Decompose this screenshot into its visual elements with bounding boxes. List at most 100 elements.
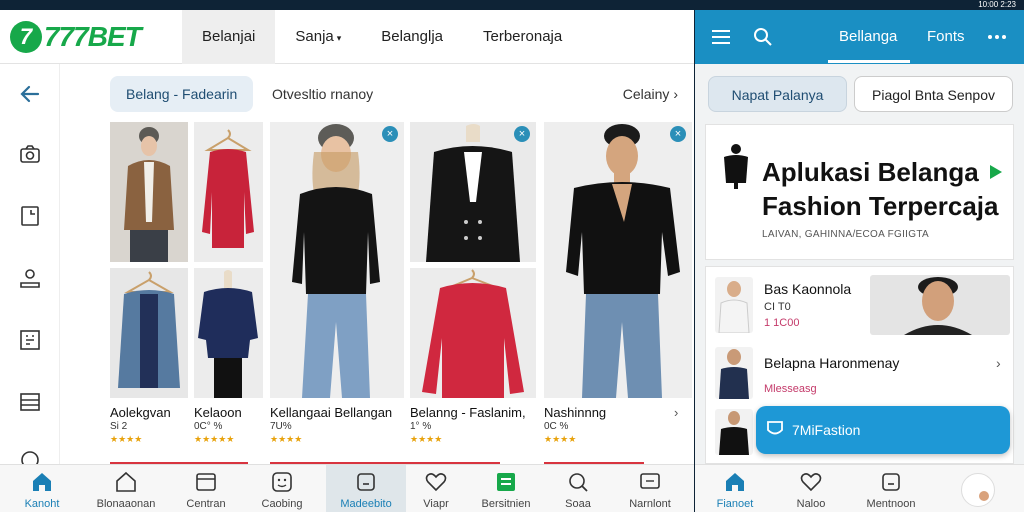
brand-logo[interactable]: 7 777BET [10, 20, 142, 54]
more-icon[interactable] [987, 33, 1007, 41]
product-image-red-blouse[interactable] [194, 122, 263, 262]
product-thumb[interactable] [715, 277, 753, 333]
close-icon[interactable]: × [514, 126, 530, 142]
note-icon[interactable] [18, 204, 42, 228]
product-image-brown-jacket[interactable] [110, 122, 188, 262]
promo-headline: Aplukasi Belanga [762, 157, 979, 187]
bottom-nav-label: Mentnoon [866, 498, 916, 510]
active-tab-indicator [828, 60, 910, 63]
promo-card: Aplukasi Belanga Fashion Terpercaja LAIV… [705, 124, 1014, 260]
napat-palanya-button[interactable]: Napat Palanya [708, 76, 847, 112]
bottom-nav-viapr[interactable]: Viapr [396, 465, 476, 512]
featured-thumb[interactable] [870, 275, 1010, 335]
product-name[interactable]: Kelaoon [194, 405, 263, 420]
product-name[interactable]: Kellangaai Bellangan [270, 405, 404, 420]
search-icon[interactable] [753, 27, 773, 47]
red-blouse-icon [202, 129, 254, 248]
bottom-nav-madeebito[interactable]: Madeebito [326, 465, 406, 512]
bottom-nav-caobing[interactable]: Caobing [242, 465, 322, 512]
product-image-denim-jacket[interactable] [110, 268, 188, 398]
top-nav-item-belanglja[interactable]: Belanglja [361, 10, 463, 64]
bottom-nav-blonaaonan[interactable]: Blonaaonan [86, 465, 166, 512]
product-image-navy-top[interactable] [194, 268, 263, 398]
category-pill[interactable]: Belang - Fadearin [110, 76, 254, 112]
bottom-nav-soaa[interactable]: Soaa [538, 465, 618, 512]
menu-icon[interactable] [711, 27, 731, 47]
filter-text[interactable]: Otvesltio rnanoy [272, 76, 373, 112]
right-panel: Napat Palanya Piagol Bnta Senpov Aplukas… [695, 64, 1024, 464]
bottom-nav-kanoht[interactable]: Kanoht [2, 465, 82, 512]
piagol-button[interactable]: Piagol Bnta Senpov [854, 76, 1013, 112]
bottom-nav-narnlont[interactable]: Narnlont [610, 465, 690, 512]
product-name[interactable]: Nashinnng [544, 405, 654, 420]
row-sub: Mlesseasg [764, 383, 817, 395]
bottom-nav-label: Narnlont [629, 498, 671, 510]
navy-top-icon [198, 270, 258, 398]
woman-white-shirt-icon [718, 281, 750, 333]
chat-icon [640, 473, 660, 489]
right-nav-naloo[interactable]: Naloo [771, 465, 851, 512]
bottom-nav-label: Centran [186, 498, 226, 510]
top-bar: 7 777BET Belanjai Sanja ▾ Belanglja Terbe… [0, 10, 695, 64]
doc-icon [497, 473, 515, 491]
close-icon[interactable]: × [670, 126, 686, 142]
product-image-man-cardigan[interactable]: × [544, 122, 692, 398]
product-name[interactable]: Belanng - Faslanim, [410, 405, 536, 420]
chevron-right-icon[interactable]: › [996, 355, 1001, 371]
window-icon [196, 473, 216, 491]
product-price: 1° % [410, 421, 432, 432]
see-all-label: Celainy [622, 86, 670, 102]
house-icon [116, 471, 136, 492]
back-arrow-icon[interactable] [18, 82, 42, 106]
right-nav-fianoet[interactable]: Fianoet [695, 465, 775, 512]
row-title[interactable]: Belapna Haronmenay [764, 355, 899, 371]
bottom-nav-label: Madeebito [340, 498, 392, 510]
bottom-nav-centran[interactable]: Centran [166, 465, 246, 512]
red-sweater-icon [422, 269, 524, 398]
top-nav-item-sanja[interactable]: Sanja ▾ [275, 10, 361, 64]
right-nav-mentnoon[interactable]: Mentnoon [851, 465, 931, 512]
right-top-bar: Bellanga Fonts [695, 10, 1024, 64]
logo-text: 777BET [44, 21, 142, 52]
chevron-right-icon[interactable]: › [674, 405, 688, 420]
product-grid: × × × Aolekgvan Si 2 ★★★★ Kelaoon 0C° % … [110, 122, 692, 464]
bottom-nav: Kanoht Blonaaonan Centran Caobing Madeeb… [0, 464, 695, 512]
woman-black-top-icon [292, 124, 380, 398]
bottom-nav-label: Bersitnien [481, 498, 531, 510]
play-icon[interactable] [990, 165, 1002, 179]
row-sub: CI T0 [764, 301, 791, 313]
chevron-right-icon: › [673, 86, 678, 102]
bottom-nav-bersitnien[interactable]: Bersitnien [466, 465, 546, 512]
product-image-black-blazer[interactable]: × [410, 122, 536, 262]
fashion-fab-button[interactable]: 7MiFastion [756, 406, 1010, 454]
tab-fonts[interactable]: Fonts [927, 10, 965, 64]
top-nav-item-terberonaja[interactable]: Terberonaja [463, 10, 582, 64]
chevron-down-icon: ▾ [336, 33, 342, 43]
camera-icon[interactable] [18, 142, 42, 166]
product-rating: ★★★★ [544, 434, 577, 444]
shield-icon [767, 421, 783, 435]
user-icon[interactable] [18, 266, 42, 290]
tab-bellanga[interactable]: Bellanga [839, 10, 897, 64]
list-icon[interactable] [18, 390, 42, 414]
top-nav-label: Belanglja [381, 28, 443, 45]
top-nav-item-belanjai[interactable]: Belanjai [182, 10, 276, 64]
left-rail [0, 64, 60, 469]
promo-tagline: LAIVAN, GAHINNA/ECOA FGIIGTA [762, 229, 929, 240]
bottom-nav-label: Caobing [261, 498, 303, 510]
close-icon[interactable]: × [382, 126, 398, 142]
smile-icon [272, 472, 292, 492]
product-name[interactable]: Aolekgvan [110, 405, 188, 420]
product-thumb[interactable] [715, 409, 753, 455]
search-icon [569, 473, 588, 492]
row-title[interactable]: Bas Kaonnola [764, 281, 851, 297]
avatar[interactable] [961, 473, 995, 507]
product-image-red-sweater[interactable] [410, 268, 536, 398]
logo-mark: 7 [10, 21, 42, 53]
product-image-black-top-woman[interactable]: × [270, 122, 404, 398]
grid-icon[interactable] [18, 328, 42, 352]
see-all-link[interactable]: Celainy › [623, 76, 678, 112]
status-time: 10:00 2:23 [978, 0, 1016, 9]
bottom-nav-label: Fianoet [716, 498, 754, 510]
product-thumb[interactable] [715, 347, 753, 399]
